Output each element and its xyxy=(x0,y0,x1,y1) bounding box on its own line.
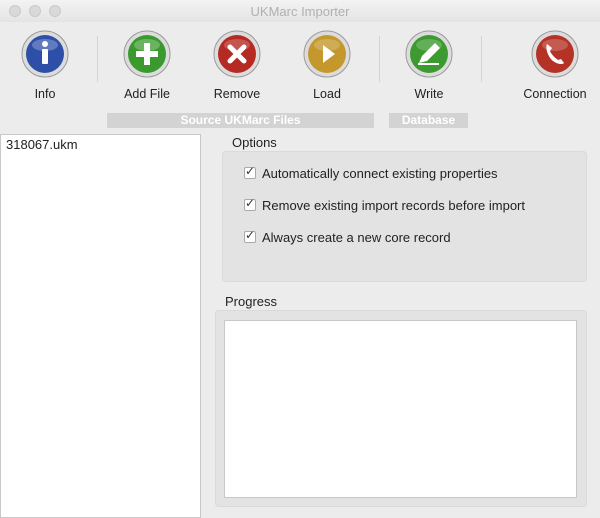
checkbox[interactable]: ✓ xyxy=(244,196,256,211)
checkbox[interactable]: ✓ xyxy=(244,228,256,243)
checkbox[interactable]: ✓ xyxy=(244,164,256,179)
option-new-core-record[interactable]: ✓ Always create a new core record xyxy=(244,228,451,245)
title-bar: UKMarc Importer xyxy=(0,0,600,23)
add-file-label: Add File xyxy=(124,87,170,101)
toolbar-separator xyxy=(97,36,98,82)
play-icon xyxy=(303,30,351,78)
options-title: Options xyxy=(232,135,277,150)
connection-button[interactable]: Connection xyxy=(510,30,600,101)
source-group-label: Source UKMarc Files xyxy=(107,113,374,128)
remove-label: Remove xyxy=(213,87,261,101)
option-auto-connect[interactable]: ✓ Automatically connect existing propert… xyxy=(244,164,498,181)
option-label: Automatically connect existing propertie… xyxy=(262,165,498,181)
option-label: Always create a new core record xyxy=(262,229,451,245)
info-icon xyxy=(21,30,69,78)
list-item[interactable]: 318067.ukm xyxy=(1,135,200,154)
add-file-button[interactable]: Add File xyxy=(102,30,192,101)
phone-icon xyxy=(531,30,579,78)
x-icon xyxy=(213,30,261,78)
checkmark-icon: ✓ xyxy=(245,196,256,210)
plus-icon xyxy=(123,30,171,78)
option-label: Remove existing import records before im… xyxy=(262,197,525,213)
pen-icon xyxy=(405,30,453,78)
remove-button[interactable]: Remove xyxy=(192,30,282,101)
toolbar-separator xyxy=(379,36,380,82)
checkmark-icon: ✓ xyxy=(245,164,256,178)
window-title: UKMarc Importer xyxy=(250,4,350,19)
progress-log[interactable] xyxy=(224,320,577,498)
file-list[interactable]: 318067.ukm xyxy=(0,134,201,518)
load-button[interactable]: Load xyxy=(282,30,372,101)
write-button[interactable]: Write xyxy=(384,30,474,101)
checkmark-icon: ✓ xyxy=(245,228,256,242)
progress-title: Progress xyxy=(225,294,278,309)
info-label: Info xyxy=(34,87,56,101)
option-remove-existing[interactable]: ✓ Remove existing import records before … xyxy=(244,196,525,213)
connection-label: Connection xyxy=(523,87,587,101)
load-label: Load xyxy=(313,87,341,101)
info-button[interactable]: Info xyxy=(0,30,90,101)
database-group-label: Database xyxy=(389,113,468,128)
toolbar-separator xyxy=(481,36,482,82)
write-label: Write xyxy=(414,87,444,101)
